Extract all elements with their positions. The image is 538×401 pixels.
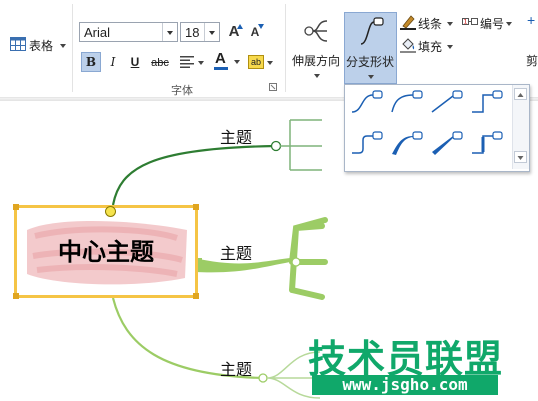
central-topic[interactable]: 中心主题 [13,204,199,299]
highlight-button[interactable]: ab [246,52,274,72]
paint-bucket-icon [400,38,416,53]
fill-button[interactable]: 填充 [400,37,460,55]
selection-handle[interactable] [193,293,199,299]
branch-shape-arc-icon [391,90,423,113]
topic-label-middle[interactable]: 主题 [220,240,252,264]
topic-label-top[interactable]: 主题 [220,124,252,148]
selection-handle[interactable] [13,204,19,210]
chevron-down-icon [447,45,453,49]
expand-direction-label: 伸展方向 [292,54,341,68]
scroll-up-button[interactable] [514,88,527,100]
down-arrow-icon [258,24,264,29]
branch-shape-tapered-elbow-icon [472,131,503,154]
chevron-down-icon [517,156,524,160]
chevron-down-icon [267,61,273,65]
branch-shape-elbow-round-icon [352,131,383,154]
line-label: 线条 [418,17,443,31]
bold-label: B [85,55,97,69]
branch-shape-option-7[interactable] [429,129,465,159]
branch-shape-option-1[interactable] [349,88,385,118]
align-left-icon [180,56,194,68]
numbering-button[interactable]: 1 编号 [462,14,530,32]
branch-shape-option-4[interactable] [469,88,505,118]
shrink-font-button[interactable]: A [245,22,265,42]
svg-text:1: 1 [464,19,468,26]
line-button[interactable]: 线条 [400,14,460,32]
chevron-down-icon [198,61,204,65]
separator [72,4,73,92]
chevron-down-icon [314,74,320,78]
strikethrough-label: abc [151,57,169,69]
chevron-down-icon [368,75,374,79]
table-button[interactable]: 表格 [8,36,70,54]
branch-shape-tapered-straight-icon [432,131,463,155]
font-name-value: Arial [84,25,111,40]
align-button[interactable] [178,52,206,72]
table-dropdown-icon [60,44,66,48]
branch-anchor-handle[interactable] [105,206,116,217]
branch-shape-option-3[interactable] [429,88,465,118]
chevron-down-icon [447,22,453,26]
pen-icon [400,15,416,30]
underline-button[interactable]: U [125,52,145,72]
numbering-icon: 1 [462,18,478,26]
italic-button[interactable]: I [103,52,123,72]
chevron-down-icon [162,23,177,41]
table-icon [10,37,26,51]
branch-shape-option-8[interactable] [469,129,505,159]
sub-branches-top [280,119,322,171]
selection-handle[interactable] [193,204,199,210]
branch-shape-option-5[interactable] [349,129,385,159]
chevron-down-icon [234,60,240,64]
gallery-scrollbar[interactable] [512,85,529,169]
branch-top-toggle[interactable] [270,140,282,152]
font-name-select[interactable]: Arial [79,22,178,42]
numbering-label: 编号 [480,17,505,31]
topic-label-bottom[interactable]: 主题 [220,356,252,380]
table-label: 表格 [29,39,54,53]
branch-bottom-toggle[interactable] [258,373,268,383]
font-color-swatch [214,67,228,70]
watermark-url: www.jsgho.com [312,375,498,395]
chevron-up-icon [517,93,524,97]
bold-button[interactable]: B [81,52,101,72]
font-color-button[interactable]: A [212,50,242,70]
separator [285,4,286,92]
branch-shape-gallery [344,84,530,172]
branch-shape-label: 分支形状 [346,55,395,69]
scroll-down-button[interactable] [514,151,527,163]
clip-label: 剪 [526,54,538,68]
branch-shape-elbow-icon [472,90,503,113]
central-topic-text: 中心主题 [58,237,154,266]
font-color-label: A [215,50,226,67]
branch-shape-curve-icon [351,90,383,113]
branch-shape-option-2[interactable] [389,88,425,118]
branch-top[interactable] [111,144,276,206]
italic-label: I [110,55,116,69]
grow-font-button[interactable]: A [224,22,244,42]
strikethrough-button[interactable]: abc [148,52,172,72]
chevron-down-icon [506,22,512,26]
selection-handle[interactable] [13,293,19,299]
dialog-launcher-icon[interactable] [269,83,277,91]
font-size-value: 18 [185,25,200,40]
expand-direction-button[interactable]: 伸展方向 [291,12,343,84]
chevron-down-icon [204,23,219,41]
branch-shape-tapered-curve-icon [392,131,423,155]
highlight-label: ab [248,55,264,69]
branch-shape-button[interactable]: 分支形状 [344,12,397,84]
font-size-select[interactable]: 18 [180,22,220,42]
up-arrow-icon [237,24,243,29]
expand-direction-icon [304,20,328,42]
plus-icon: + [527,12,536,28]
underline-label: U [130,55,140,69]
font-group-label: 字体 [171,85,193,97]
branch-shape-straight-icon [431,90,463,113]
fill-label: 填充 [418,40,443,54]
branch-shape-option-6[interactable] [389,129,425,159]
branch-shape-icon [360,17,384,45]
branch-middle-toggle[interactable] [291,257,301,267]
